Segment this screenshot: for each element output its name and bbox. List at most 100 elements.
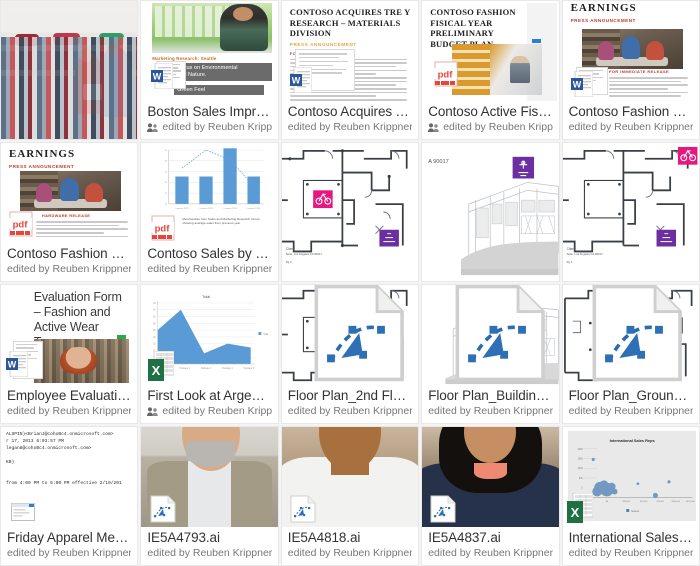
- floorplan-drawing: [281, 285, 419, 385]
- tile-floorplan-2nd-floor[interactable]: Floor Plan_2nd Floor.ai edited by Reuben…: [280, 284, 420, 424]
- tile-boston-sales[interactable]: Marketing Research: Seattle Focus on Env…: [140, 0, 279, 140]
- svg-text:Package 3: Package 3: [201, 368, 212, 370]
- tile-subtitle: edited by Reuben Krippner: [147, 263, 271, 276]
- tile-international-sales[interactable]: International Sales Reps 2000 1500 1000 50…: [561, 426, 700, 566]
- preview-headline: EARNINGS: [9, 148, 76, 160]
- edited-by-label: edited by Reuben Krippner: [7, 405, 132, 417]
- tile-subtitle: edited by Reuben Krippner: [7, 547, 131, 560]
- edited-by-label: edited by Reuben Krippner: [287, 121, 413, 133]
- email-line-2: r 17, 2013 6:03:57 PM: [6, 439, 64, 444]
- tile-contoso-fashion-word[interactable]: EARNINGS PRESS ANNOUNCEMENT FOR IMMEDIAT…: [561, 0, 700, 140]
- svg-text:$75,000: $75,000: [657, 501, 665, 503]
- tile-ie5a4818[interactable]: IE5A4818.ai edited by Reuben Krippner: [280, 426, 420, 566]
- svg-text:Package 4: Package 4: [222, 368, 233, 370]
- tile-title: First Look at Argentin...: [147, 388, 272, 403]
- thumbnail-portrait-man-beard: [141, 427, 278, 527]
- tile-subtitle: edited by Reuben Krippner: [428, 405, 552, 418]
- tile-caption: IE5A4793.ai edited by Reuben Krippner: [141, 527, 278, 565]
- preview-kicker-2: FOR IMMEDIATE RELEASE: [608, 69, 670, 74]
- tile-subtitle: edited by Reuben Krippner: [7, 405, 131, 418]
- tile-subtitle: edited by Reuben Krippner: [569, 405, 693, 418]
- tile-contoso-fiscal[interactable]: CONTOSO FASHION FISICAL YEAR PRELIMINARY…: [421, 0, 560, 140]
- tile-title: Contoso Fashion Proj...: [568, 104, 693, 119]
- floorplan-drawing: Client Suite, Los Angeles CA 90017 Pg 2: [281, 143, 419, 281]
- tile-caption: IE5A4837.ai edited by Reuben Krippner: [422, 527, 559, 565]
- tile-grid: Marketing Research: Seattle Focus on Env…: [0, 0, 700, 566]
- floorplan-drawing: Client Suite, Los Angeles CA 90017 Pg 2: [562, 143, 699, 281]
- edited-by-label: edited by Reuben Krippner: [443, 121, 553, 133]
- tile-ie5a4837[interactable]: IE5A4837.ai edited by Reuben Krippner: [421, 426, 560, 566]
- tile-title: Contoso Acquires Tre...: [287, 104, 413, 119]
- svg-text:2000: 2000: [578, 449, 584, 451]
- preview-kicker: PRESS ANNOUNCEMENT: [570, 17, 636, 23]
- tile-floorplan-building[interactable]: Floor Plan_Building.ai edited by Reuben …: [421, 284, 560, 424]
- word-icon: W: [570, 71, 593, 97]
- svg-text:W: W: [8, 360, 17, 370]
- svg-text:W: W: [153, 72, 162, 82]
- thumbnail-marketing-green: Marketing Research: Seattle Focus on Env…: [141, 1, 278, 101]
- tile-subtitle: edited by Reuben Krippner: [428, 547, 552, 560]
- tile-title: Employee Evaluation ...: [7, 388, 132, 403]
- preview-headline: EARNINGS: [570, 2, 637, 14]
- tile-retail-photo[interactable]: [0, 0, 139, 140]
- edited-by-label: edited by Reuben Krippner: [7, 547, 132, 559]
- doc-preview: 35 30 25 20 15 10 Contoso 1221 Contoso 1228 …: [141, 143, 278, 243]
- tile-caption: Contoso Acquires Tre... edited by Reuben…: [281, 101, 419, 139]
- excel-icon: X: [566, 493, 593, 523]
- ai-icon: [290, 495, 316, 523]
- tile-contoso-acquires[interactable]: CONTOSO ACQUIRES TRE Y RESEARCH – MATERI…: [280, 0, 420, 140]
- preview-kicker: PRESS ANNOUNCEMENT: [9, 163, 75, 169]
- tile-title: IE5A4837.ai: [428, 530, 501, 545]
- edited-by-label: edited by Reuben Krippner: [287, 547, 413, 559]
- svg-text:Series1: Series1: [631, 510, 640, 513]
- svg-text:Contoso 1221: Contoso 1221: [175, 207, 189, 210]
- preview-photo-frame: [33, 339, 130, 383]
- tile-title: Boston Sales Improve...: [147, 104, 271, 119]
- svg-text:International Sales Reps: International Sales Reps: [610, 438, 655, 443]
- tile-first-look-argentina[interactable]: Total 454035 302520 151050: [140, 284, 279, 424]
- tile-elevation-purple[interactable]: A 90017: [421, 142, 560, 282]
- tile-floorplan-pink[interactable]: Client Suite, Los Angeles CA 90017 Pg 2: [280, 142, 420, 282]
- tile-floorplan-pink-2[interactable]: Client Suite, Los Angeles CA 90017 Pg 2: [561, 142, 700, 282]
- email-line-3: legan8@cohoBc4.onmicrosoft.com>: [6, 446, 92, 451]
- pdf-icon: pdf: [7, 211, 33, 237]
- chart-caption: Merchandise from Sales and Marketing Res…: [182, 217, 260, 226]
- preview-photo-frame: [452, 44, 543, 95]
- tile-contoso-fashion-pdf[interactable]: EARNINGS PRESS ANNOUNCEMENT HARDWARE REL…: [0, 142, 139, 282]
- tile-friday-apparel-meeting[interactable]: ALSPIN)<BrianJ@cohoBc4.onmicrosoft.com> …: [0, 426, 139, 566]
- tile-floorplan-ground[interactable]: Floor Plan_Ground Fl... edited by Reuben…: [561, 284, 700, 424]
- word-icon: W: [6, 351, 29, 377]
- tile-caption: Employee Evaluation ... edited by Reuben…: [1, 385, 138, 423]
- tile-caption: Floor Plan_2nd Floor.ai edited by Reuben…: [281, 385, 419, 423]
- email-preview: ALSPIN)<BrianJ@cohoBc4.onmicrosoft.com> …: [1, 427, 138, 527]
- tile-title: Contoso Fashion Proj...: [7, 246, 132, 261]
- preview-headline: CONTOSO ACQUIRES TRE Y RESEARCH – MATERI…: [289, 7, 411, 38]
- tile-title: Floor Plan_Ground Fl...: [568, 388, 693, 403]
- email-line-1: ALSPIN)<BrianJ@cohoBc4.onmicrosoft.com>: [6, 432, 114, 437]
- edited-by-label: edited by Reuben Krippner: [147, 263, 272, 275]
- tile-title: Floor Plan_2nd Floor.ai: [287, 388, 413, 403]
- doc-preview: Evaluation Form – Fashion and Active Wea…: [1, 285, 138, 385]
- tile-caption: IE5A4818.ai edited by Reuben Krippner: [281, 527, 419, 565]
- preview-photo-frame: [20, 171, 122, 211]
- mail-icon: [10, 503, 35, 521]
- tile-subtitle: edited by Reuben Krippner: [147, 547, 271, 560]
- word-icon: W: [289, 67, 312, 93]
- elevation-label: A 90017: [428, 159, 449, 165]
- tile-title: IE5A4793.ai: [147, 530, 220, 545]
- ai-icon: [150, 495, 176, 523]
- thumbnail-evaluation-form: Evaluation Form – Fashion and Active Wea…: [1, 285, 138, 385]
- floorplan-drawing: [562, 285, 699, 385]
- tile-ie5a4793[interactable]: IE5A4793.ai edited by Reuben Krippner: [140, 426, 279, 566]
- tile-contoso-sales-chart[interactable]: 35 30 25 20 15 10 Contoso 1221 Contoso 1228 …: [140, 142, 279, 282]
- tile-employee-evaluation[interactable]: Evaluation Form – Fashion and Active Wea…: [0, 284, 139, 424]
- word-icon: W: [150, 63, 173, 89]
- edited-by-label: edited by Reuben Krippner: [147, 547, 272, 559]
- tile-caption: Friday Apparel Meeti... edited by Reuben…: [1, 527, 138, 565]
- thumbnail-portrait-man-white-shirt: [281, 427, 419, 527]
- svg-text:Contoso 1238: Contoso 1238: [246, 207, 260, 210]
- svg-text:$25,000: $25,000: [623, 501, 631, 503]
- photo-green-backpack: [152, 3, 273, 53]
- thumbnail-total-area-chart: Total 454035 302520 151050: [141, 285, 278, 385]
- tile-subtitle: edited by Reuben Krippner: [288, 547, 412, 560]
